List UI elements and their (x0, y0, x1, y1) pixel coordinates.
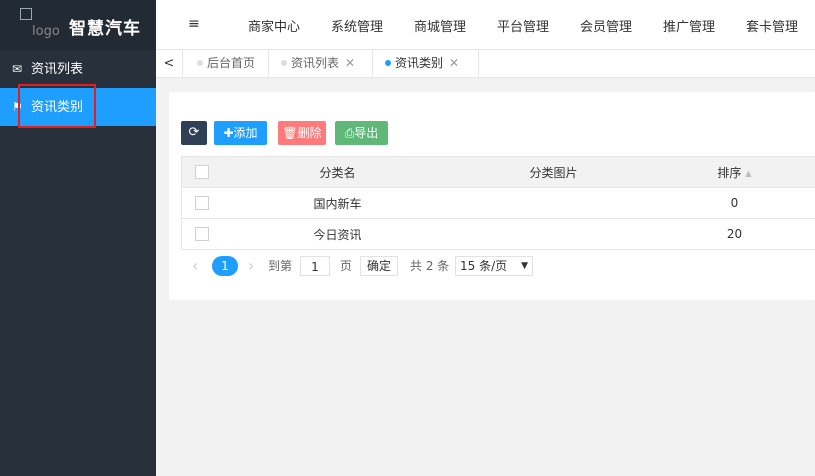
nav-card-management[interactable]: 套卡管理 (746, 16, 798, 35)
column-header-sort[interactable]: 排序 ▲ (653, 156, 815, 188)
add-button-label: 添加 (233, 126, 258, 140)
delete-button[interactable]: 🗑删除 (278, 121, 326, 145)
export-icon: ⎙ (344, 126, 355, 140)
tab-bar: < 后台首页 资讯列表 ✕ 资讯类别 ✕ (156, 50, 815, 78)
tab-label: 资讯列表 (291, 56, 340, 70)
tab-label: 后台首页 (207, 56, 256, 70)
total-count: 共 2 条 (410, 259, 450, 273)
category-name-cell: 今日资讯 (221, 218, 454, 250)
page-size-select[interactable]: 15 条/页 ▼ (455, 256, 533, 276)
nav-system-management[interactable]: 系统管理 (331, 16, 383, 35)
sidebar-item-news-category[interactable]: ⚑ 资讯类别 (0, 88, 156, 126)
refresh-icon: ⟳ (188, 125, 200, 140)
tab-scroll-left-button[interactable]: < (156, 50, 183, 77)
sort-cell: 20 (653, 218, 815, 250)
close-icon[interactable]: ✕ (345, 56, 355, 70)
table-row[interactable]: 国内新车 0 (181, 187, 815, 219)
row-select-cell (181, 218, 222, 250)
table-row[interactable]: 今日资讯 20 (181, 218, 815, 250)
current-page[interactable]: 1 (212, 256, 238, 276)
menu-fold-icon[interactable]: ≡ (188, 16, 200, 32)
tab-news-category[interactable]: 资讯类别 ✕ (373, 50, 479, 77)
trash-icon: 🗑 (282, 126, 298, 140)
goto-confirm-button[interactable]: 确定 (360, 256, 399, 276)
sidebar-item-label: 资讯列表 (31, 62, 84, 77)
tab-label: 资讯类别 (395, 56, 444, 70)
column-header-name: 分类名 (221, 156, 454, 188)
prev-page-icon[interactable]: ‹ (192, 255, 198, 277)
select-all-checkbox[interactable] (194, 165, 209, 180)
add-button[interactable]: ✚添加 (214, 121, 267, 145)
logo-area: logo 智慧汽车 (0, 0, 156, 50)
nav-platform-management[interactable]: 平台管理 (497, 16, 549, 35)
sidebar: logo 智慧汽车 ✉ 资讯列表 ⚑ 资讯类别 (0, 0, 156, 476)
export-button-label: 导出 (354, 126, 379, 140)
envelope-icon: ✉ (12, 62, 23, 76)
column-header-sort-label: 排序 (717, 165, 742, 180)
flag-icon: ⚑ (12, 100, 23, 114)
row-checkbox[interactable] (194, 196, 209, 211)
delete-button-label: 删除 (297, 126, 322, 140)
tab-dot-icon (281, 59, 287, 66)
tab-dot-icon (385, 59, 391, 66)
broken-image-icon (20, 8, 32, 20)
logo-alt-text: logo (32, 24, 60, 39)
goto-page-input[interactable]: 1 (300, 256, 330, 276)
dropdown-arrow-icon: ▼ (521, 261, 528, 271)
tab-news-list[interactable]: 资讯列表 ✕ (269, 50, 373, 77)
app-title: 智慧汽车 (69, 19, 141, 39)
select-all-cell (181, 156, 222, 188)
page-size-value: 15 条/页 (460, 259, 508, 273)
table-header-row: 分类名 分类图片 排序 ▲ (181, 156, 815, 188)
sidebar-item-label: 资讯类别 (31, 100, 84, 115)
nav-member-management[interactable]: 会员管理 (580, 16, 632, 35)
category-image-cell (453, 187, 654, 219)
sort-cell: 0 (653, 187, 815, 219)
tab-home[interactable]: 后台首页 (183, 50, 269, 77)
logo-image: logo (20, 8, 62, 40)
category-name-cell: 国内新车 (221, 187, 454, 219)
category-table: 分类名 分类图片 排序 ▲ 国内新车 0 今日资讯 20 (181, 156, 815, 250)
tab-dot-icon (197, 59, 203, 66)
sort-icon[interactable]: ▲ (745, 169, 751, 178)
page-unit-label: 页 (340, 259, 353, 273)
refresh-button[interactable]: ⟳ (181, 121, 207, 145)
row-checkbox[interactable] (194, 227, 209, 242)
row-select-cell (181, 187, 222, 219)
sidebar-item-news-list[interactable]: ✉ 资讯列表 (0, 50, 156, 88)
close-icon[interactable]: ✕ (449, 56, 459, 70)
plus-icon: ✚ (223, 126, 234, 140)
export-button[interactable]: ⎙导出 (335, 121, 388, 145)
goto-label: 到第 (268, 259, 293, 273)
top-nav: ≡ 商家中心 系统管理 商城管理 平台管理 会员管理 推广管理 套卡管理 (156, 0, 815, 50)
next-page-icon[interactable]: › (248, 255, 254, 277)
pagination: ‹ 1 › 到第 1 页 确定 共 2 条 15 条/页 ▼ (181, 255, 815, 277)
nav-merchant-center[interactable]: 商家中心 (248, 16, 300, 35)
nav-promotion-management[interactable]: 推广管理 (663, 16, 715, 35)
nav-mall-management[interactable]: 商城管理 (414, 16, 466, 35)
category-image-cell (453, 218, 654, 250)
column-header-image: 分类图片 (453, 156, 654, 188)
